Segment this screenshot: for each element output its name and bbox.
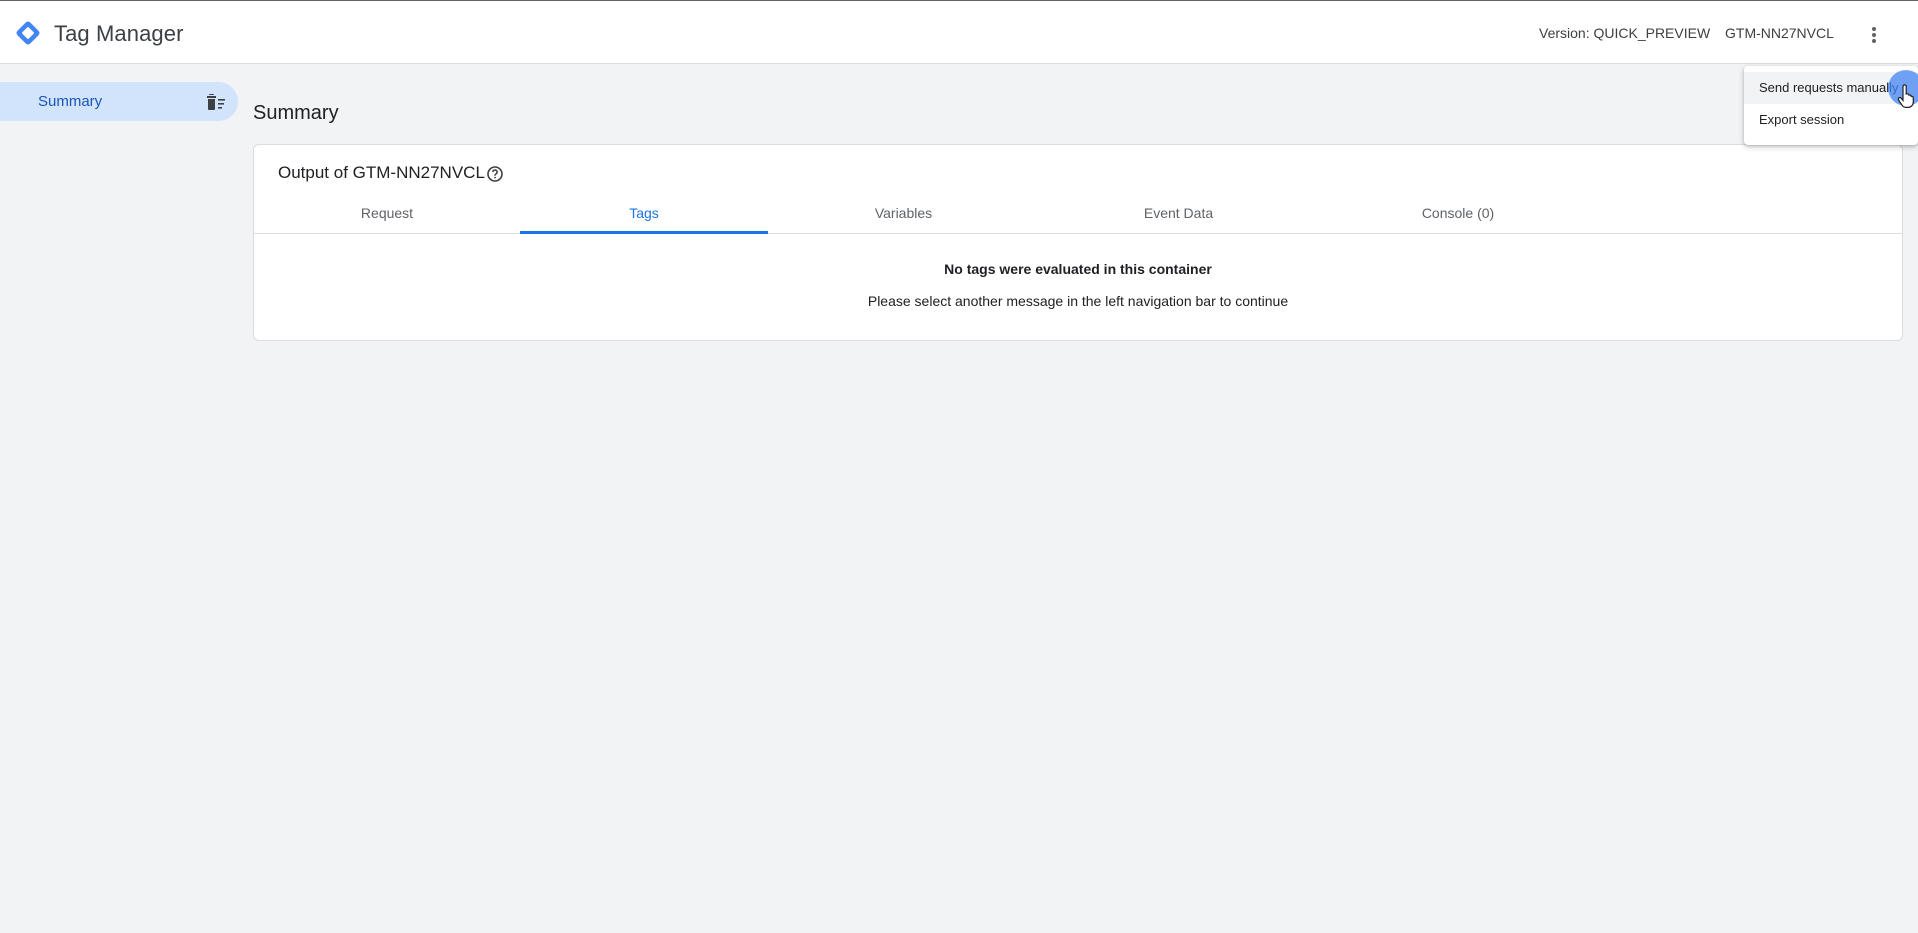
more-options-button[interactable]	[1858, 19, 1890, 51]
output-tabs: Request Tags Variables Event Data Consol…	[254, 201, 1902, 234]
tab-variables[interactable]: Variables	[768, 201, 1039, 234]
empty-state-title: No tags were evaluated in this container	[944, 261, 1212, 277]
tab-event-data[interactable]: Event Data	[1039, 201, 1318, 234]
tag-manager-logo-icon	[16, 21, 40, 45]
delete-sweep-icon[interactable]	[204, 90, 228, 114]
page-title: Summary	[253, 102, 339, 124]
tab-console[interactable]: Console (0)	[1318, 201, 1598, 234]
tab-request[interactable]: Request	[254, 201, 520, 234]
help-circle-icon[interactable]	[486, 165, 504, 183]
output-card: Output of GTM-NN27NVCL Request Tags Vari…	[253, 144, 1903, 341]
empty-state-subtitle: Please select another message in the lef…	[867, 293, 1289, 309]
more-vert-icon	[1872, 27, 1876, 43]
card-title: Output of GTM-NN27NVCL	[278, 163, 485, 182]
tab-tags[interactable]: Tags	[520, 201, 768, 234]
app-title: Tag Manager	[54, 21, 184, 46]
sidebar-item-summary[interactable]: Summary	[0, 82, 238, 121]
top-app-bar: Tag Manager Version: QUICK_PREVIEW GTM-N…	[0, 0, 1918, 64]
sidebar: Summary	[0, 64, 240, 933]
menu-item-export-session[interactable]: Export session	[1744, 104, 1918, 136]
container-id-label: GTM-NN27NVCL	[1725, 25, 1834, 41]
sidebar-item-label: Summary	[38, 93, 103, 110]
version-label: Version: QUICK_PREVIEW	[1539, 25, 1711, 41]
hand-cursor-icon	[1897, 84, 1914, 108]
